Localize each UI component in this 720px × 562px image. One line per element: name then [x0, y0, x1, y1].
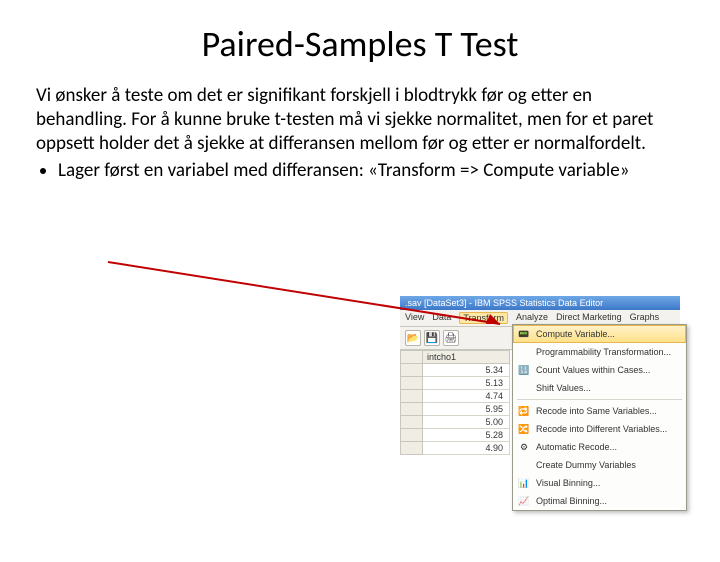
menu-graphs[interactable]: Graphs	[630, 312, 660, 324]
corner-cell	[401, 351, 423, 364]
menu-item-label: Automatic Recode...	[536, 442, 617, 452]
binning-icon: 📊	[517, 476, 531, 490]
menu-item-label: Visual Binning...	[536, 478, 600, 488]
menu-item-visual-binning[interactable]: 📊 Visual Binning...	[513, 474, 686, 492]
row-header[interactable]	[401, 390, 423, 403]
menu-direct-marketing[interactable]: Direct Marketing	[556, 312, 622, 324]
menu-item-recode-diff[interactable]: 🔀 Recode into Different Variables...	[513, 420, 686, 438]
row-header[interactable]	[401, 377, 423, 390]
menu-item-programmability[interactable]: Programmability Transformation...	[513, 343, 686, 361]
blank-icon	[517, 345, 531, 359]
recode-diff-icon: 🔀	[517, 422, 531, 436]
blank-icon	[517, 458, 531, 472]
menu-data[interactable]: Data	[432, 312, 451, 324]
menu-item-label: Create Dummy Variables	[536, 460, 636, 470]
menu-item-optimal-binning[interactable]: 📈 Optimal Binning...	[513, 492, 686, 510]
menu-item-label: Shift Values...	[536, 383, 591, 393]
bullet-list: Lager først en variabel med differansen:…	[0, 159, 720, 183]
menu-item-label: Recode into Same Variables...	[536, 406, 657, 416]
data-grid: intcho1 5.34 5.13 4.74 5.95 5.00 5.28 4.…	[400, 350, 510, 455]
toolbar-open-icon[interactable]: 📂	[405, 330, 421, 346]
menu-analyze[interactable]: Analyze	[516, 312, 548, 324]
window-titlebar: .sav [DataSet3] - IBM SPSS Statistics Da…	[400, 296, 680, 310]
transform-dropdown: 📟 Compute Variable... Programmability Tr…	[512, 324, 687, 511]
data-cell[interactable]: 4.74	[423, 390, 510, 403]
row-header[interactable]	[401, 403, 423, 416]
menu-item-recode-same[interactable]: 🔁 Recode into Same Variables...	[513, 402, 686, 420]
blank-icon	[517, 381, 531, 395]
menu-item-auto-recode[interactable]: ⚙ Automatic Recode...	[513, 438, 686, 456]
menu-item-label: Compute Variable...	[536, 329, 615, 339]
data-cell[interactable]: 5.13	[423, 377, 510, 390]
menu-separator	[517, 399, 682, 400]
menu-item-label: Programmability Transformation...	[536, 347, 671, 357]
menu-item-shift-values[interactable]: Shift Values...	[513, 379, 686, 397]
auto-recode-icon: ⚙	[517, 440, 531, 454]
data-cell[interactable]: 5.00	[423, 416, 510, 429]
menu-item-create-dummy[interactable]: Create Dummy Variables	[513, 456, 686, 474]
bullet-item: Lager først en variabel med differansen:…	[58, 159, 720, 183]
toolbar-save-icon[interactable]: 💾	[424, 330, 440, 346]
count-icon: 🔢	[517, 363, 531, 377]
spss-screenshot: .sav [DataSet3] - IBM SPSS Statistics Da…	[400, 296, 680, 455]
compute-icon: 📟	[517, 327, 531, 341]
recode-icon: 🔁	[517, 404, 531, 418]
toolbar-print-icon[interactable]: 🖨	[443, 330, 459, 346]
data-cell[interactable]: 4.90	[423, 442, 510, 455]
menu-transform[interactable]: Transform	[459, 312, 508, 324]
intro-paragraph: Vi ønsker å teste om det er signifikant …	[0, 84, 720, 155]
menu-item-label: Optimal Binning...	[536, 496, 607, 506]
menu-item-count-values[interactable]: 🔢 Count Values within Cases...	[513, 361, 686, 379]
data-cell[interactable]: 5.28	[423, 429, 510, 442]
data-cell[interactable]: 5.34	[423, 364, 510, 377]
menu-item-label: Count Values within Cases...	[536, 365, 650, 375]
row-header[interactable]	[401, 429, 423, 442]
column-header[interactable]: intcho1	[423, 351, 510, 364]
menu-view[interactable]: View	[405, 312, 424, 324]
row-header[interactable]	[401, 442, 423, 455]
optimal-icon: 📈	[517, 494, 531, 508]
row-header[interactable]	[401, 364, 423, 377]
page-title: Paired-Samples T Test	[0, 22, 720, 66]
row-header[interactable]	[401, 416, 423, 429]
menu-item-label: Recode into Different Variables...	[536, 424, 667, 434]
menu-item-compute-variable[interactable]: 📟 Compute Variable...	[513, 325, 686, 343]
data-cell[interactable]: 5.95	[423, 403, 510, 416]
